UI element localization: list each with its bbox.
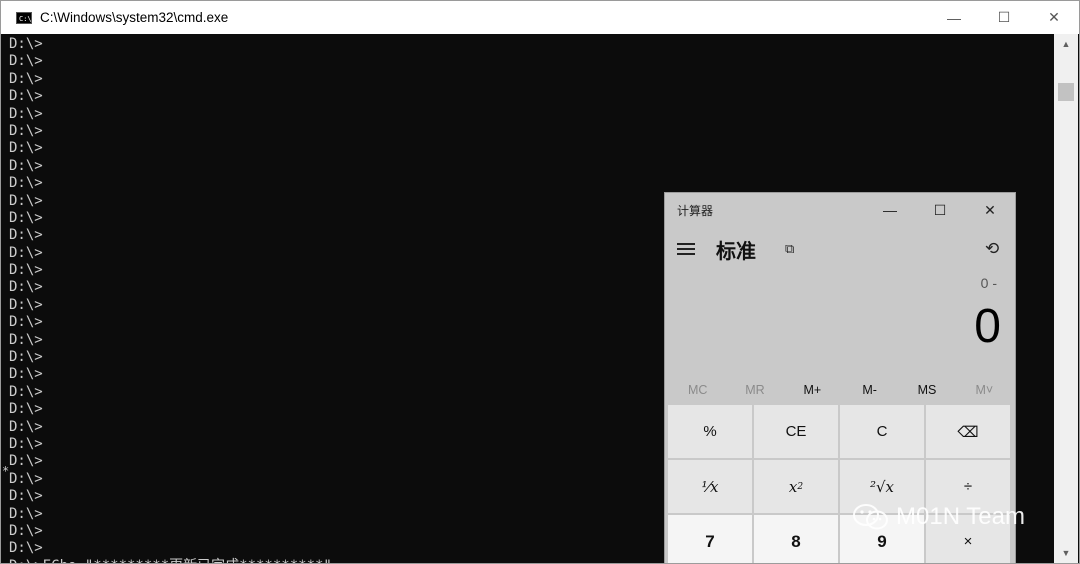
minimize-icon: — <box>947 9 961 26</box>
wechat-icon <box>853 504 888 530</box>
calculator-titlebar[interactable]: 计算器 — ☐ ✕ <box>665 193 1015 227</box>
memory-store-button[interactable]: MS <box>898 377 955 403</box>
memory-list-button[interactable]: M˅ <box>956 377 1013 403</box>
mode-title: 标准 <box>716 241 756 263</box>
reciprocal-button[interactable]: ⅟x <box>668 460 752 513</box>
maximize-button[interactable]: ☐ <box>979 1 1029 34</box>
backspace-button[interactable]: ⌫ <box>926 405 1010 458</box>
cmd-titlebar[interactable]: C:\. C:\Windows\system32\cmd.exe — ☐ ✕ <box>1 1 1079 34</box>
vertical-scrollbar[interactable]: ▲ ▼ <box>1054 34 1078 563</box>
watermark: M01N Team <box>852 503 1025 531</box>
scroll-up-arrow-icon[interactable]: ▲ <box>1054 34 1078 54</box>
close-icon: ✕ <box>1048 9 1060 25</box>
console-line: D:\> <box>9 70 43 87</box>
console-line: D:\> <box>9 383 43 400</box>
console-line: D:\> <box>9 488 43 505</box>
minimize-icon: — <box>883 202 897 218</box>
console-line: D:\> <box>9 244 43 261</box>
console-line: D:\> <box>9 262 43 279</box>
percent-button[interactable]: % <box>668 405 752 458</box>
memory-subtract-button[interactable]: M- <box>841 377 898 403</box>
hamburger-menu-icon[interactable] <box>677 243 695 255</box>
console-line: D:\> <box>9 314 43 331</box>
console-line: D:\> <box>9 157 43 174</box>
clear-entry-button[interactable]: CE <box>754 405 838 458</box>
memory-add-button[interactable]: M+ <box>784 377 841 403</box>
memory-row: MC MR M+ M- MS M˅ <box>669 377 1013 403</box>
square-superscript: 2 <box>797 481 804 492</box>
console-line: D:\> <box>9 331 43 348</box>
calc-minimize-button[interactable]: — <box>865 193 915 227</box>
square-button[interactable]: x2 <box>754 460 838 513</box>
cmd-window-title: C:\Windows\system32\cmd.exe <box>40 10 229 25</box>
maximize-icon: ☐ <box>997 9 1011 25</box>
console-line: D:\> <box>9 88 43 105</box>
cmd-window-controls: — ☐ ✕ <box>929 1 1079 34</box>
memory-clear-button[interactable]: MC <box>669 377 726 403</box>
minimize-button[interactable]: — <box>929 1 979 34</box>
console-line: D:\> <box>9 366 43 383</box>
console-line: D:\> <box>9 349 43 366</box>
watermark-text: M01N Team <box>896 503 1025 530</box>
result-display: 0 <box>974 300 1001 353</box>
console-line: D:\> <box>9 36 43 52</box>
console-output: D:\> D:\> D:\> D:\> D:\> D:\> D:\> D:\> D:\> D:\>… <box>9 36 332 563</box>
console-line: D:\> <box>9 227 43 244</box>
console-line: D:\> <box>9 209 43 226</box>
backspace-icon: ⌫ <box>957 423 979 441</box>
keypad: % CE C ⌫ ⅟x x2 ²√x ÷ 7 8 9 × <box>668 405 1014 563</box>
close-button[interactable]: ✕ <box>1029 1 1079 34</box>
console-line: D:\> <box>9 522 43 539</box>
console-line: D:\> <box>9 105 43 122</box>
scroll-thumb[interactable] <box>1058 83 1074 101</box>
console-line: D:\> <box>9 175 43 192</box>
console-line: D:\> <box>9 122 43 139</box>
digit-7-button[interactable]: 7 <box>668 515 752 563</box>
clear-button[interactable]: C <box>840 405 924 458</box>
keep-on-top-icon[interactable]: ⧉ <box>785 241 801 257</box>
calculator-window-controls: — ☐ ✕ <box>865 193 1015 227</box>
memory-recall-button[interactable]: MR <box>726 377 783 403</box>
cursor-marker: * <box>2 464 10 478</box>
maximize-icon: ☐ <box>933 201 947 218</box>
console-line: D:\> <box>9 296 43 313</box>
close-icon: ✕ <box>984 201 996 218</box>
console-line: D:\> <box>9 470 43 487</box>
history-icon[interactable]: ⟲ <box>985 239 1005 259</box>
console-line: D:\> <box>9 453 43 470</box>
console-line: D:\> <box>9 279 43 296</box>
console-line: D:\> <box>9 540 43 557</box>
digit-8-button[interactable]: 8 <box>754 515 838 563</box>
console-line: D:\> <box>9 505 43 522</box>
cmd-app-icon: C:\. <box>16 11 36 24</box>
console-line: D:\> <box>9 401 43 418</box>
console-line: D:\> <box>9 418 43 435</box>
scroll-down-arrow-icon[interactable]: ▼ <box>1054 543 1078 563</box>
calculator-title: 计算器 <box>677 203 714 218</box>
calc-maximize-button[interactable]: ☐ <box>915 193 965 227</box>
calculator-header: 标准 ⧉ ⟲ <box>665 229 1015 269</box>
console-line: D:\> <box>9 140 43 157</box>
console-line: D:\> <box>9 435 43 452</box>
console-line: D:\> <box>9 192 43 209</box>
calc-close-button[interactable]: ✕ <box>965 193 1015 227</box>
console-command-line: D:\>ECho "*********更新已完成**********" <box>9 558 332 563</box>
expression-display: 0 - <box>980 275 997 291</box>
console-line: D:\> <box>9 53 43 70</box>
